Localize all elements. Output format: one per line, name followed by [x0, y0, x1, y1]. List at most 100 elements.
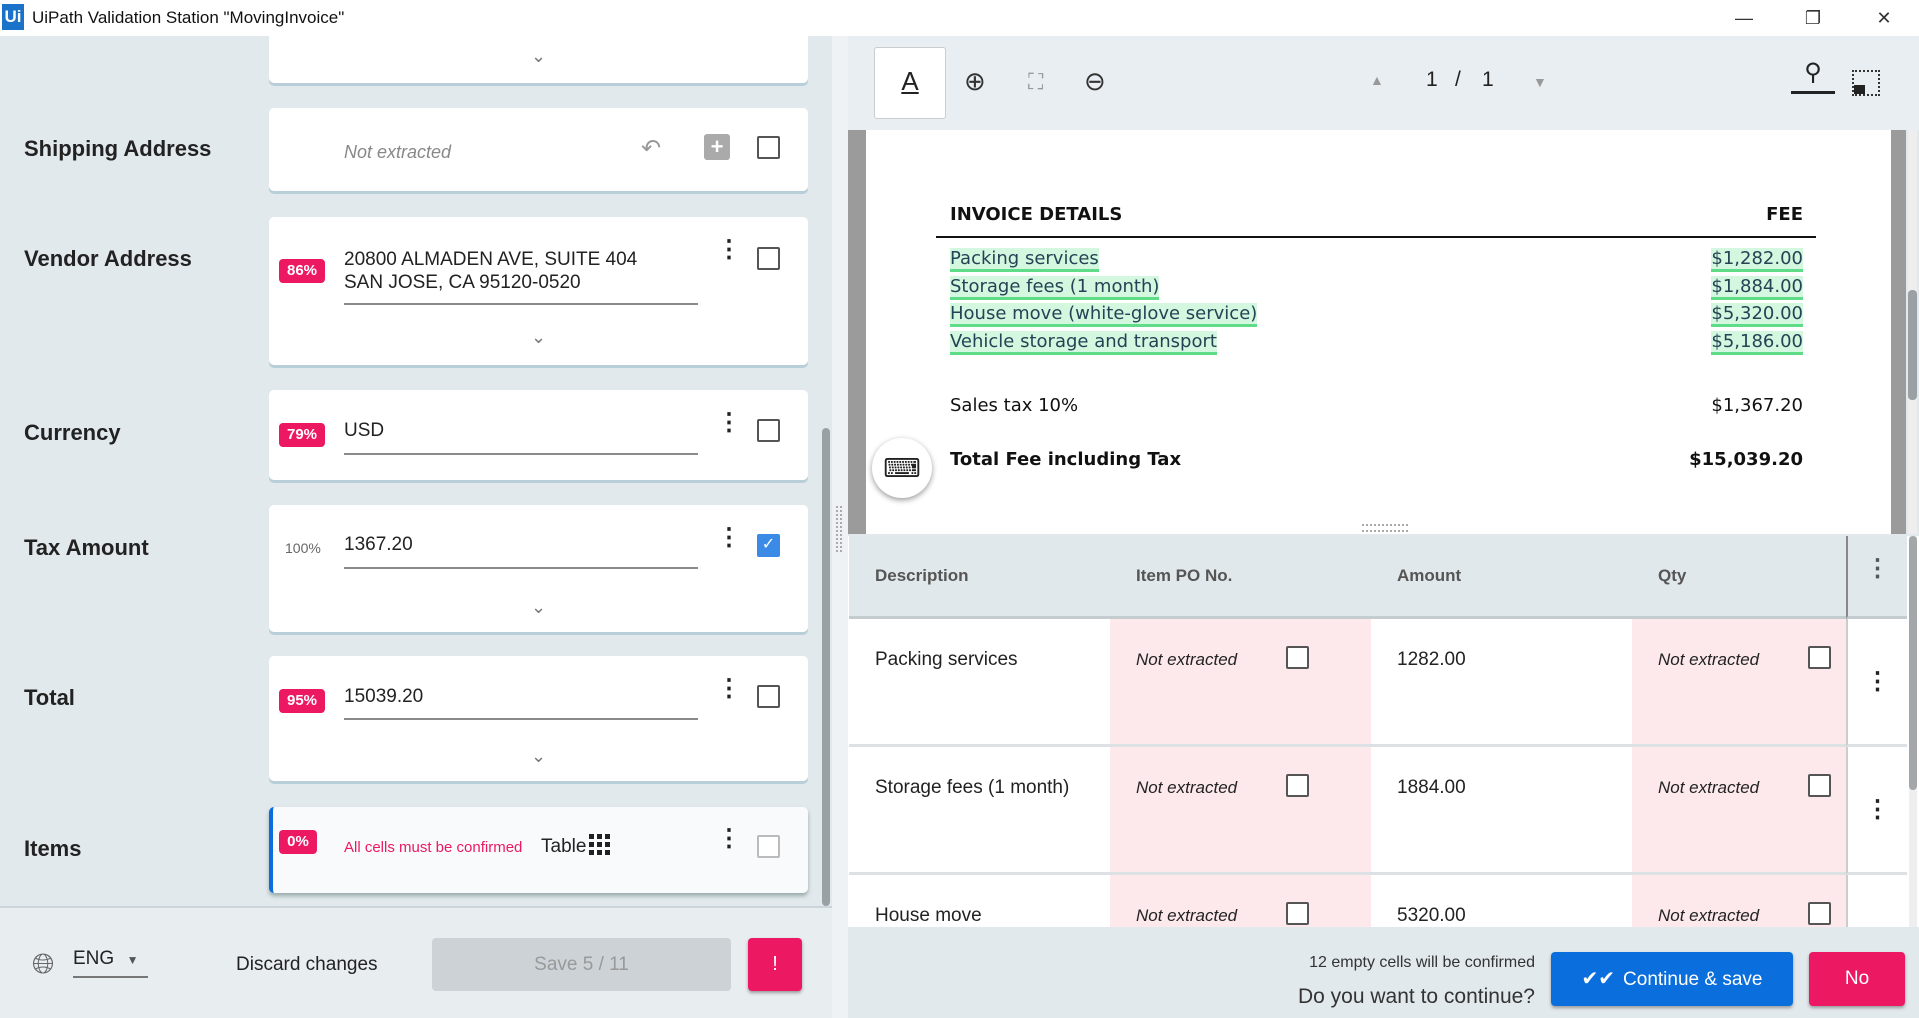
column-header[interactable]: Description [849, 536, 1110, 619]
field-underline [344, 567, 698, 569]
cell-qty[interactable]: Not extracted [1632, 875, 1846, 927]
document-page: INVOICE DETAILS FEE Packing services $1,… [866, 130, 1891, 534]
confirm-checkbox[interactable] [757, 247, 780, 270]
select-region-icon[interactable] [1852, 70, 1880, 96]
save-button[interactable]: Save 5 / 11 [432, 938, 731, 991]
chevron-down-icon[interactable]: ⌄ [531, 597, 546, 618]
search-icon[interactable]: ⚲ [1791, 58, 1835, 94]
field-label: Currency [24, 420, 121, 445]
doc-tax-label: Sales tax 10% [950, 395, 1079, 416]
doc-row-desc[interactable]: Storage fees (1 month) [950, 276, 1160, 300]
page-current[interactable]: 1 [1426, 68, 1438, 92]
cell-checkbox[interactable] [1808, 902, 1831, 925]
doc-row-fee[interactable]: $1,282.00 [1711, 248, 1803, 272]
cell-qty[interactable]: Not extracted [1632, 619, 1846, 747]
cell-amount[interactable]: 5320.00 [1371, 875, 1632, 927]
confirm-checkbox-checked[interactable]: ✓ [757, 534, 780, 557]
alert-button[interactable]: ! [748, 938, 802, 991]
cell-description[interactable]: Storage fees (1 month) [849, 747, 1110, 875]
fit-page-icon[interactable]: ⛶ [1028, 69, 1043, 95]
more-options-icon[interactable]: ⋮ [717, 411, 741, 435]
row-options-icon[interactable]: ⋮ [1846, 619, 1907, 747]
text-select-tool[interactable]: A [874, 47, 946, 119]
previous-page-icon[interactable]: ▲ [1370, 72, 1384, 88]
cell-checkbox[interactable] [1808, 646, 1831, 669]
confirm-checkbox[interactable] [757, 136, 780, 159]
next-page-icon[interactable]: ▼ [1533, 74, 1547, 90]
close-button[interactable]: ✕ [1864, 4, 1904, 32]
field-value[interactable]: 15039.20 [344, 686, 423, 708]
doc-row-desc[interactable]: Vehicle storage and transport [950, 331, 1217, 355]
cell-value: Not extracted [1658, 778, 1760, 797]
keyboard-icon[interactable]: ⌨ [872, 438, 932, 498]
uipath-logo: Ui [2, 4, 24, 30]
zoom-out-icon[interactable]: ⊖ [1084, 66, 1106, 97]
language-value: ENG [73, 948, 115, 969]
split-drag-handle-icon[interactable] [1362, 524, 1408, 532]
cell-po[interactable]: Not extracted [1110, 619, 1371, 747]
doc-row-desc[interactable]: House move (white-glove service) [950, 303, 1258, 327]
restore-button[interactable]: ❐ [1793, 4, 1833, 32]
chevron-down-icon[interactable]: ⌄ [531, 46, 546, 67]
more-options-icon[interactable]: ⋮ [717, 238, 741, 262]
cell-description[interactable]: House move [849, 875, 1110, 927]
language-select[interactable]: ENG ▼ [73, 948, 148, 978]
chevron-down-icon[interactable]: ⌄ [531, 746, 546, 767]
doc-row-fee[interactable]: $1,884.00 [1711, 276, 1803, 300]
no-button[interactable]: No [1809, 952, 1905, 1006]
validation-message: All cells must be confirmed [344, 839, 523, 856]
confirm-checkbox[interactable] [757, 685, 780, 708]
field-card-shipping-address: Not extracted ↶ + [269, 108, 808, 191]
column-header[interactable]: Qty [1632, 536, 1846, 619]
more-options-icon[interactable]: ⋮ [717, 526, 741, 550]
cell-po[interactable]: Not extracted [1110, 747, 1371, 875]
cell-checkbox[interactable] [1286, 646, 1309, 669]
field-label: Items [24, 836, 82, 861]
field-value-line2[interactable]: SAN JOSE, CA 95120-0520 [344, 272, 581, 294]
drag-handle-icon[interactable] [836, 506, 842, 552]
zoom-in-icon[interactable]: ⊕ [964, 66, 986, 97]
field-value[interactable]: 1367.20 [344, 534, 413, 556]
cell-qty[interactable]: Not extracted [1632, 747, 1846, 875]
continue-save-button[interactable]: ✔✔ Continue & save [1551, 952, 1793, 1006]
row-options-icon[interactable]: ⋮ [1846, 747, 1907, 875]
field-value[interactable]: USD [344, 420, 384, 442]
column-header[interactable]: Amount [1371, 536, 1632, 619]
discard-changes-button[interactable]: Discard changes [236, 954, 378, 976]
table-options-icon[interactable]: ⋮ [1846, 536, 1907, 619]
table-grid-icon[interactable] [589, 833, 611, 855]
cell-checkbox[interactable] [1286, 774, 1309, 797]
fields-scrollbar[interactable] [822, 428, 830, 906]
viewer-toolbar: A ⊕ ⛶ ⊖ ▲ 1 / 1 ▼ ⚲ [848, 36, 1919, 130]
doc-row-fee[interactable]: $5,320.00 [1711, 303, 1803, 327]
cell-checkbox[interactable] [1286, 902, 1309, 925]
cell-po[interactable]: Not extracted [1110, 875, 1371, 927]
cell-description[interactable]: Packing services [849, 619, 1110, 747]
field-underline [344, 453, 698, 455]
field-label: Tax Amount [24, 535, 149, 560]
add-icon[interactable]: + [704, 134, 730, 160]
confidence-badge: 79% [279, 423, 325, 447]
more-options-icon[interactable]: ⋮ [717, 677, 741, 701]
cell-amount[interactable]: 1282.00 [1371, 619, 1632, 747]
more-options-icon[interactable]: ⋮ [717, 827, 741, 851]
cell-amount[interactable]: 1884.00 [1371, 747, 1632, 875]
doc-row-fee[interactable]: $5,186.00 [1711, 331, 1803, 355]
confirm-checkbox[interactable] [757, 835, 780, 858]
column-header[interactable]: Item PO No. [1110, 536, 1371, 619]
confirm-checkbox[interactable] [757, 419, 780, 442]
table-vertical-scrollbar[interactable] [1909, 536, 1917, 927]
doc-rule [936, 236, 1816, 238]
panel-divider[interactable] [832, 36, 848, 1018]
document-scrollbar[interactable] [1908, 130, 1917, 534]
field-value[interactable]: Not extracted [344, 141, 451, 163]
doc-total-label: Total Fee including Tax [950, 449, 1182, 470]
field-card-items[interactable]: 0% All cells must be confirmed Table ⋮ [269, 807, 808, 893]
cell-checkbox[interactable] [1808, 774, 1831, 797]
chevron-down-icon[interactable]: ⌄ [531, 327, 546, 348]
field-value-line1[interactable]: 20800 ALMADEN AVE, SUITE 404 [344, 249, 637, 271]
undo-icon[interactable]: ↶ [641, 134, 661, 163]
doc-row-desc[interactable]: Packing services [950, 248, 1099, 272]
minimize-button[interactable]: — [1724, 4, 1764, 32]
continue-save-label: Continue & save [1623, 969, 1763, 990]
